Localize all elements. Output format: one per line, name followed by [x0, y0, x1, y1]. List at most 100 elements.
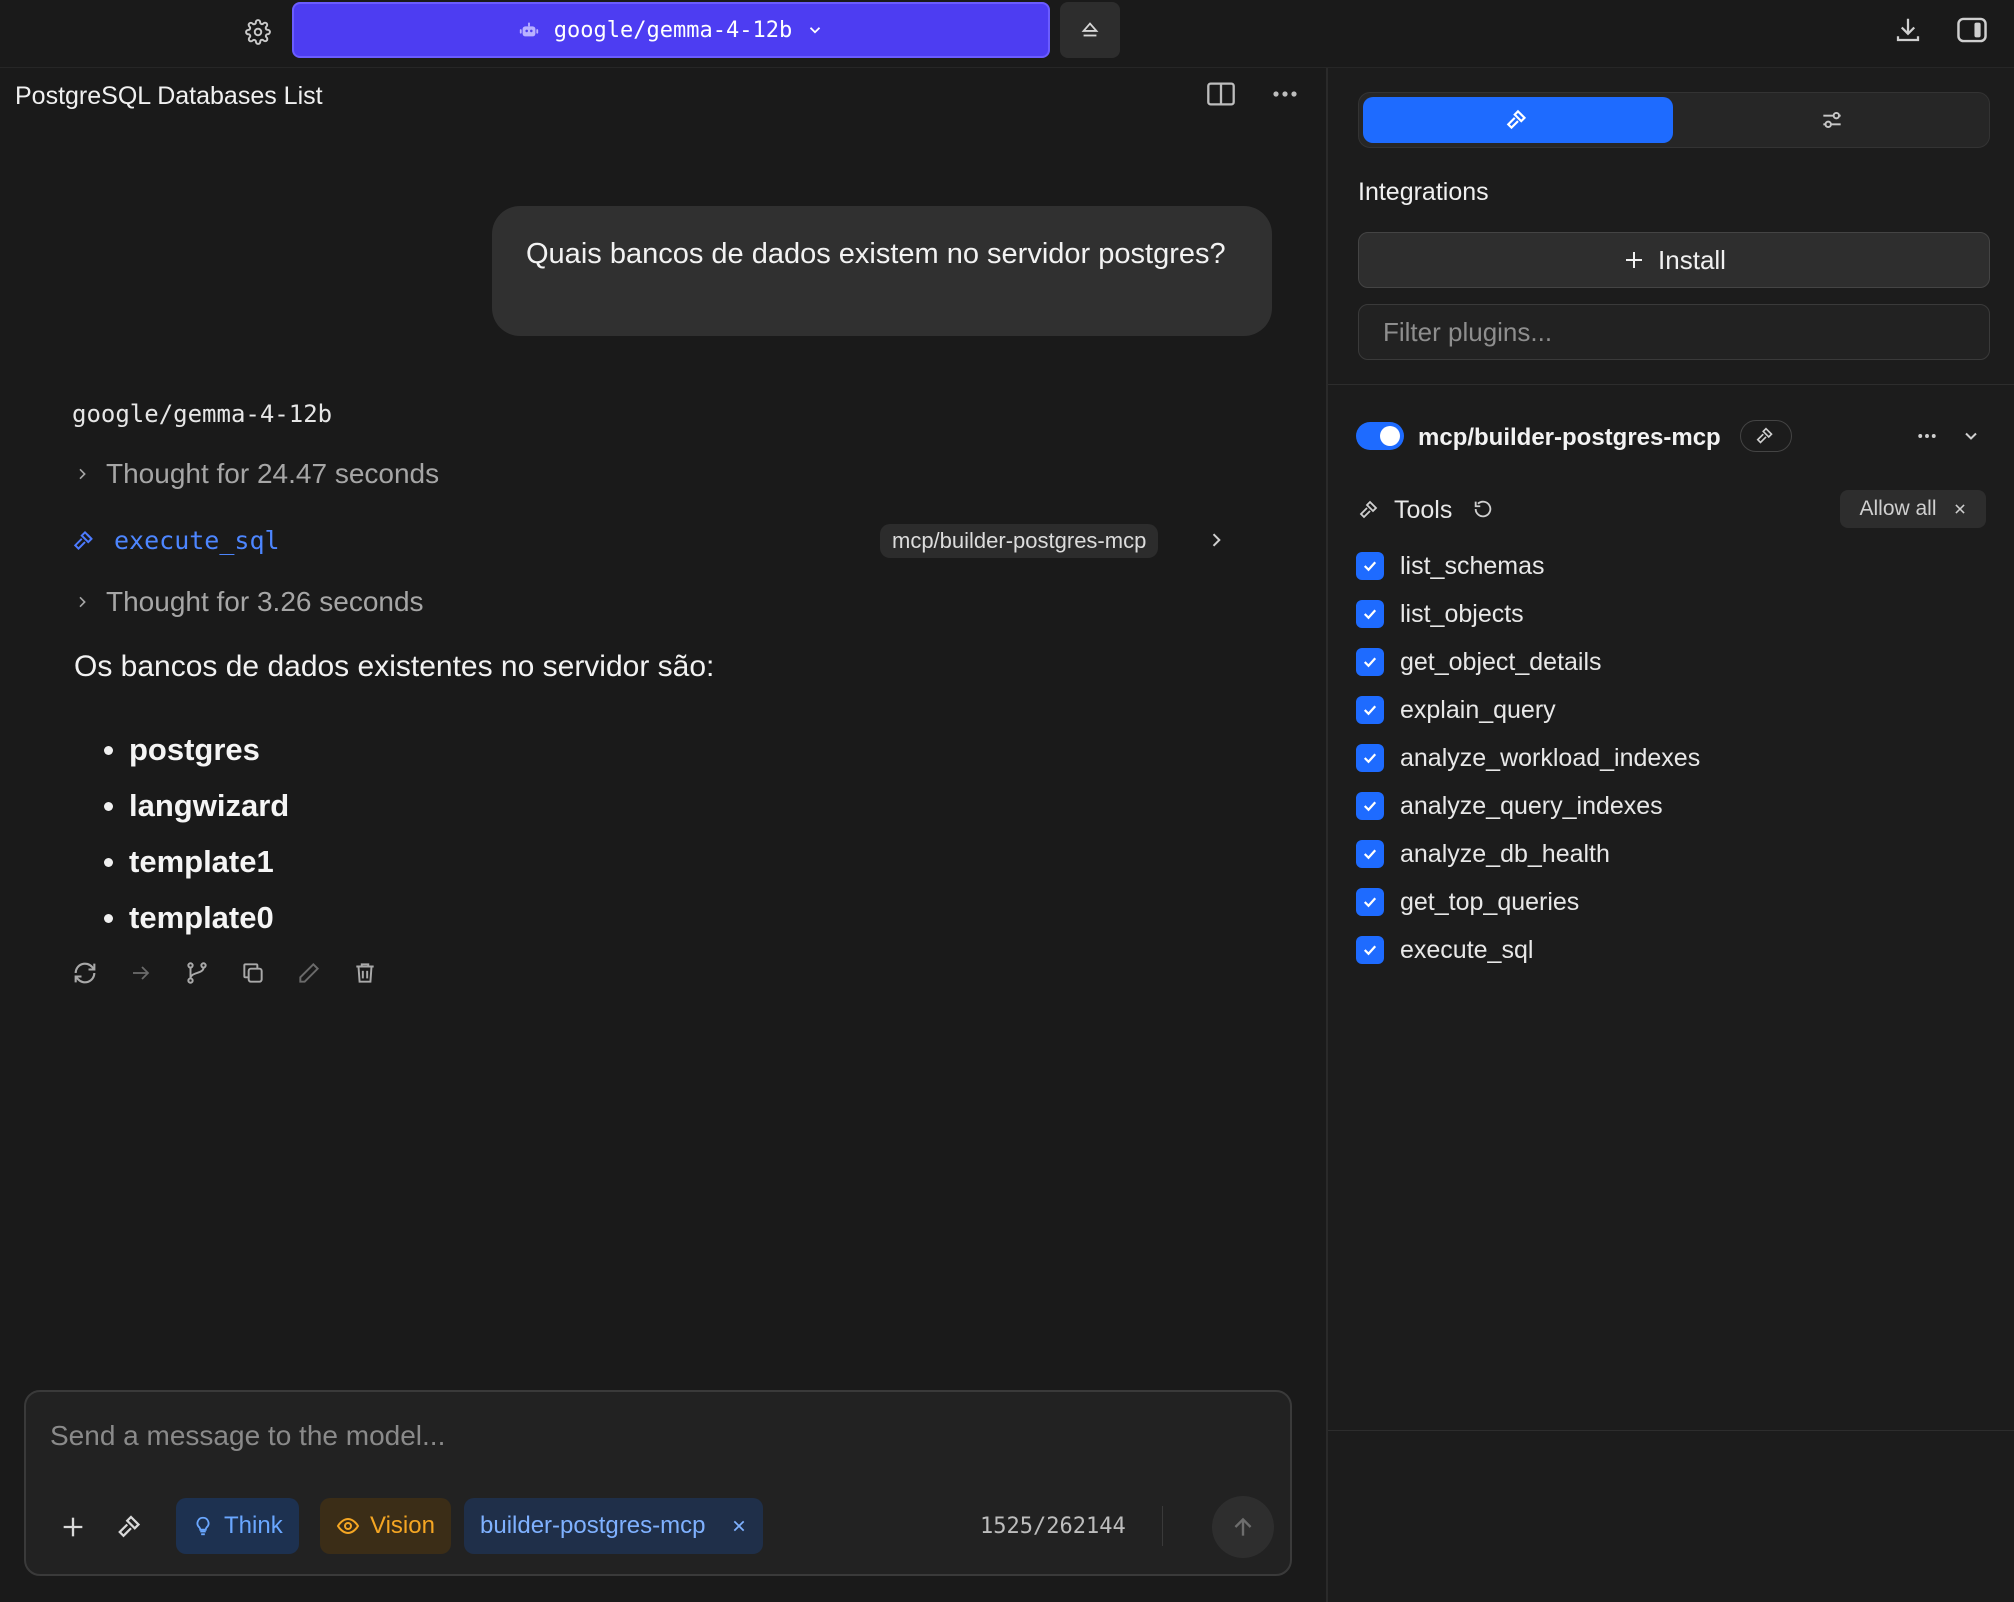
sidebar-toggle-icon	[1957, 17, 1987, 43]
tool-checkbox[interactable]	[1356, 600, 1384, 628]
close-icon[interactable]	[731, 1518, 747, 1534]
chevron-right-icon	[79, 596, 86, 608]
tool-item[interactable]: execute_sql	[1356, 926, 1700, 974]
tool-checkbox[interactable]	[1356, 840, 1384, 868]
tab-integrations[interactable]	[1363, 97, 1673, 143]
lightbulb-icon	[196, 1516, 210, 1536]
allow-all-label: Allow all	[1859, 497, 1937, 520]
tool-label: list_schemas	[1400, 551, 1545, 580]
tab-settings[interactable]	[1677, 97, 1987, 143]
eject-icon	[1081, 22, 1099, 37]
list-item: langwizard	[104, 778, 289, 834]
edit-button[interactable]	[294, 958, 324, 988]
tool-label: list_objects	[1400, 599, 1524, 628]
split-view-icon	[1207, 82, 1235, 106]
tool-label: analyze_db_health	[1400, 839, 1610, 868]
list-item: template0	[104, 890, 289, 946]
tool-label: analyze_query_indexes	[1400, 791, 1663, 820]
checkmark-icon	[1363, 753, 1377, 764]
install-button[interactable]: Install	[1358, 232, 1990, 288]
delete-button[interactable]	[350, 958, 380, 988]
gear-icon	[245, 19, 271, 45]
tool-item[interactable]: analyze_db_health	[1356, 830, 1700, 878]
hammer-icon	[1756, 427, 1773, 444]
tool-checkbox[interactable]	[1356, 792, 1384, 820]
tool-item[interactable]: analyze_workload_indexes	[1356, 734, 1700, 782]
edit-icon	[299, 962, 320, 983]
delete-icon	[356, 963, 374, 983]
assistant-answer-intro: Os bancos de dados existentes no servido…	[74, 650, 715, 683]
plugin-tools-badge[interactable]	[1740, 420, 1792, 452]
hammer-icon	[1359, 500, 1378, 519]
plugin-more-button[interactable]	[1912, 422, 1942, 450]
thought-toggle-2[interactable]: Thought for 3.26 seconds	[74, 586, 424, 618]
branch-icon	[187, 962, 207, 984]
tool-label: analyze_workload_indexes	[1400, 743, 1701, 772]
sidebar-toggle-button[interactable]	[1952, 10, 1992, 50]
vision-toggle[interactable]: Vision	[320, 1498, 451, 1554]
message-actions	[70, 958, 380, 988]
split-view-button[interactable]	[1202, 76, 1240, 112]
tool-call-row[interactable]: execute_sql mcp/builder-postgres-mcp	[72, 522, 1232, 562]
send-button[interactable]	[1212, 1496, 1274, 1558]
tool-checkbox[interactable]	[1356, 648, 1384, 676]
message-input[interactable]	[50, 1414, 1250, 1458]
thought-label: Thought for 3.26 seconds	[106, 586, 424, 617]
tool-label: get_object_details	[1400, 647, 1602, 676]
regenerate-button[interactable]	[70, 958, 100, 988]
continue-icon	[133, 966, 150, 980]
allow-all-button[interactable]: Allow all	[1840, 490, 1986, 528]
hammer-icon	[118, 1515, 141, 1538]
tool-item[interactable]: get_top_queries	[1356, 878, 1700, 926]
continue-button[interactable]	[126, 958, 156, 988]
list-item: template1	[104, 834, 289, 890]
tool-item[interactable]: analyze_query_indexes	[1356, 782, 1700, 830]
plugin-expand-button[interactable]	[1956, 422, 1986, 450]
tool-item[interactable]: explain_query	[1356, 686, 1700, 734]
tool-call-name: execute_sql	[114, 526, 280, 555]
tool-checkbox[interactable]	[1356, 744, 1384, 772]
tool-checkbox[interactable]	[1356, 888, 1384, 916]
tool-checkbox[interactable]	[1356, 936, 1384, 964]
tool-item[interactable]: list_objects	[1356, 590, 1700, 638]
settings-button[interactable]	[238, 12, 278, 52]
model-name-label: google/gemma-4-12b	[553, 17, 793, 43]
arrow-up-icon	[1234, 1517, 1252, 1536]
chevron-right-icon	[79, 468, 86, 480]
copy-icon	[243, 963, 263, 983]
download-icon	[1896, 18, 1920, 42]
branch-button[interactable]	[182, 958, 212, 988]
tool-item[interactable]: get_object_details	[1356, 638, 1700, 686]
plugin-enabled-toggle[interactable]	[1356, 422, 1404, 450]
eject-model-button[interactable]	[1060, 2, 1120, 58]
mcp-chip-label: builder-postgres-mcp	[480, 1512, 706, 1539]
checkmark-icon	[1363, 945, 1377, 956]
divider	[1162, 1506, 1163, 1546]
tools-label: Tools	[1394, 496, 1453, 524]
plugin-name: mcp/builder-postgres-mcp	[1418, 424, 1721, 451]
tool-item[interactable]: list_schemas	[1356, 542, 1700, 590]
copy-button[interactable]	[238, 958, 268, 988]
refresh-icon[interactable]	[1472, 498, 1494, 520]
download-button[interactable]	[1888, 10, 1928, 50]
tool-checkbox[interactable]	[1356, 696, 1384, 724]
tool-checkbox[interactable]	[1356, 552, 1384, 580]
filter-plugins-input[interactable]	[1358, 304, 1990, 360]
thought-toggle-1[interactable]: Thought for 24.47 seconds	[74, 458, 439, 490]
mcp-plugin-chip[interactable]: builder-postgres-mcp	[464, 1498, 764, 1554]
model-selector[interactable]: google/gemma-4-12b	[292, 2, 1050, 58]
plugin-row: mcp/builder-postgres-mcp	[1356, 418, 1996, 458]
hammer-icon	[1506, 109, 1527, 130]
ellipsis-icon	[1273, 91, 1297, 97]
database-list: postgres langwizard template1 template0	[104, 722, 289, 946]
token-count: 1525/262144	[980, 1514, 1126, 1539]
divider	[1328, 1430, 2014, 1431]
tools-button[interactable]	[114, 1510, 148, 1544]
checkmark-icon	[1363, 609, 1377, 620]
add-attachment-button[interactable]	[56, 1510, 90, 1544]
think-toggle[interactable]: Think	[176, 1498, 299, 1554]
plus-icon	[1626, 252, 1643, 268]
right-panel: Integrations Install mcp/builder-postgre…	[1326, 68, 2014, 1602]
chat-more-button[interactable]	[1266, 76, 1304, 112]
think-label: Think	[224, 1512, 283, 1539]
